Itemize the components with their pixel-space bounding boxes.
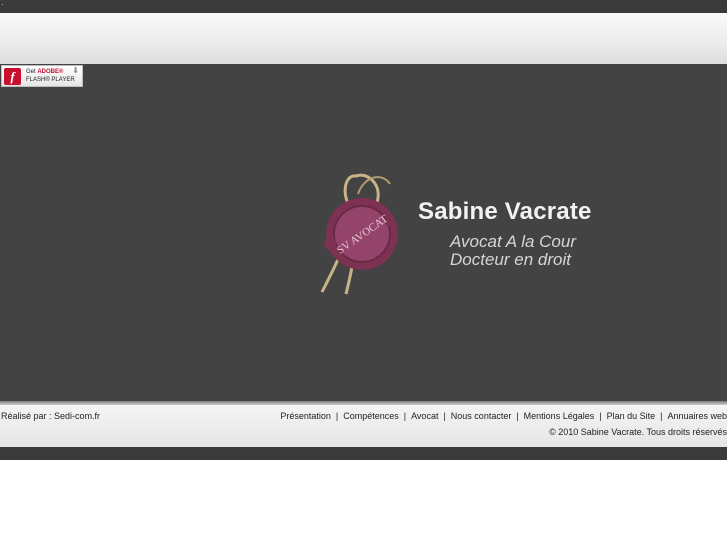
nav-presentation[interactable]: Présentation <box>280 411 331 421</box>
wax-seal-logo: SV AVOCAT <box>320 173 398 295</box>
top-bar-marker: · <box>1 0 4 9</box>
credit-link[interactable]: Sedi-com.fr <box>54 411 100 421</box>
nav-competences[interactable]: Compétences <box>343 411 399 421</box>
flash-badge-line2: FLASH® PLAYER <box>26 77 75 83</box>
top-bar: · <box>0 0 727 13</box>
nav-nous-contacter[interactable]: Nous contacter <box>451 411 512 421</box>
flash-badge-line1: Get ADOBE® <box>26 69 64 75</box>
brand-subtitle-2: Docteur en droit <box>450 250 571 269</box>
nav-separator: | <box>443 411 446 421</box>
credit-prefix: Réalisé par : <box>1 411 52 421</box>
copyright: © 2010 Sabine Vacrate. Tous droits réser… <box>549 427 727 437</box>
brand-name: Sabine Vacrate <box>418 198 592 225</box>
flash-player-icon: f <box>4 68 21 85</box>
nav-plan-du-site[interactable]: Plan du Site <box>607 411 656 421</box>
get-flash-player-button[interactable]: f Get ADOBE® FLASH® PLAYER ⬇ <box>1 65 83 87</box>
nav-mentions-legales[interactable]: Mentions Légales <box>524 411 595 421</box>
nav-separator: | <box>599 411 602 421</box>
header-band <box>0 13 727 65</box>
bottom-bar <box>0 447 727 460</box>
nav-separator: | <box>516 411 519 421</box>
footer-nav: Présentation | Compétences | Avocat | Nous con… <box>280 411 727 421</box>
nav-separator: | <box>403 411 407 421</box>
download-arrow-icon: ⬇ <box>72 66 79 75</box>
credit: Réalisé par : Sedi-com.fr <box>1 411 100 421</box>
nav-separator: | <box>660 411 663 421</box>
nav-separator: | <box>335 411 339 421</box>
footer: Réalisé par : Sedi-com.fr Présentation | C… <box>0 405 727 447</box>
nav-annuaires-web[interactable]: Annuaires web <box>667 411 727 421</box>
brand-subtitle-1: Avocat A la Cour <box>450 232 576 251</box>
nav-avocat[interactable]: Avocat <box>411 411 438 421</box>
